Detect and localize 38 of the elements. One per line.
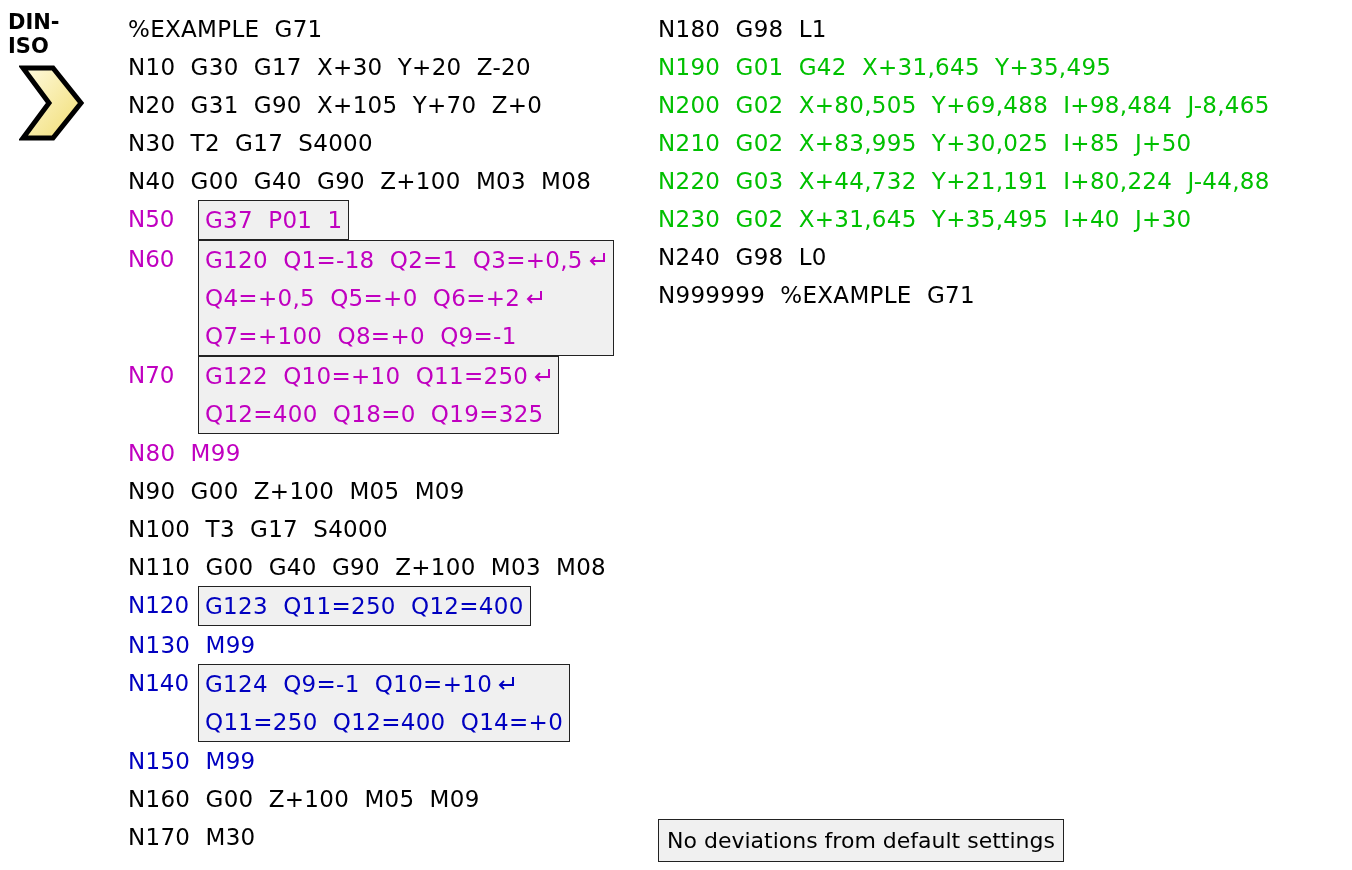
code-line: %EXAMPLE G71 xyxy=(128,15,323,44)
line-number: N120 xyxy=(128,591,191,620)
code-line: Q12=400 Q18=0 Q19=325 xyxy=(205,400,544,429)
code-line: N90 G00 Z+100 M05 M09 xyxy=(128,477,465,506)
code-line: N130 M99 xyxy=(128,631,256,660)
code-line: N40 G00 G40 G90 Z+100 M03 M08 xyxy=(128,167,592,196)
code-line: N220 G03 X+44,732 Y+21,191 I+80,224 J-44,88 xyxy=(658,167,1270,196)
line-number: N60 xyxy=(128,245,176,274)
code-line: N160 G00 Z+100 M05 M09 xyxy=(128,785,480,814)
code-line: N10 G30 G17 X+30 Y+20 Z-20 xyxy=(128,53,531,82)
code-line: N30 T2 G17 S4000 xyxy=(128,129,373,158)
code-line: N80 M99 xyxy=(128,439,241,468)
code-line: N110 G00 G40 G90 Z+100 M03 M08 xyxy=(128,553,607,582)
chevron-icon xyxy=(19,64,87,142)
settings-note: No deviations from default settings xyxy=(658,819,1064,862)
line-number: N70 xyxy=(128,361,176,390)
code-line: N999999 %EXAMPLE G71 xyxy=(658,281,975,310)
code-line: G124 Q9=-1 Q10=+10 xyxy=(205,670,493,699)
code-line: N190 G01 G42 X+31,645 Y+35,495 xyxy=(658,53,1112,82)
line-number: N50 xyxy=(128,205,176,234)
code-line: Q7=+100 Q8=+0 Q9=-1 xyxy=(205,322,517,351)
code-line: N20 G31 G90 X+105 Y+70 Z+0 xyxy=(128,91,543,120)
mode-label: DIN-ISO xyxy=(8,10,61,58)
code-line: G123 Q11=250 Q12=400 xyxy=(205,592,524,621)
code-line: N170 M30 xyxy=(128,823,256,852)
code-line: N100 T3 G17 S4000 xyxy=(128,515,388,544)
code-line: G37 P01 1 xyxy=(205,206,343,235)
code-line: N230 G02 X+31,645 Y+35,495 I+40 J+30 xyxy=(658,205,1192,234)
code-line: N200 G02 X+80,505 Y+69,488 I+98,484 J-8,465 xyxy=(658,91,1270,120)
code-line: G122 Q10=+10 Q11=250 xyxy=(205,362,529,391)
line-number: N140 xyxy=(128,669,191,698)
code-line: N150 M99 xyxy=(128,747,256,776)
code-line: G120 Q1=-18 Q2=1 Q3=+0,5 xyxy=(205,246,583,275)
code-line: Q11=250 Q12=400 Q14=+0 xyxy=(205,708,564,737)
code-line: Q4=+0,5 Q5=+0 Q6=+2 xyxy=(205,284,521,313)
code-line: N240 G98 L0 xyxy=(658,243,827,272)
code-line: N210 G02 X+83,995 Y+30,025 I+85 J+50 xyxy=(658,129,1192,158)
code-line: N180 G98 L1 xyxy=(658,15,827,44)
